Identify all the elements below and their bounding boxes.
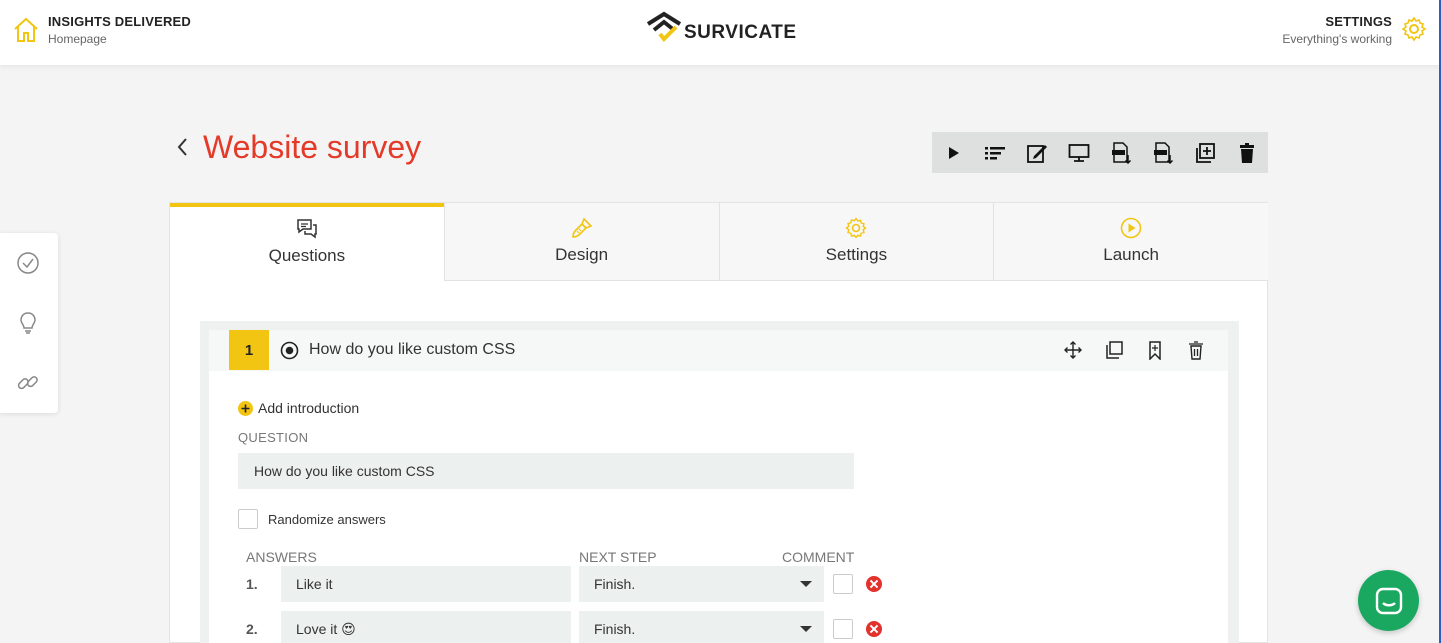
remove-answer-icon[interactable] <box>866 576 882 592</box>
bookmark-icon <box>1149 341 1161 361</box>
copy-question-button[interactable] <box>1104 340 1124 360</box>
bookmark-button[interactable] <box>1145 340 1165 361</box>
edit-icon <box>1027 144 1047 163</box>
survey-editor-card: Questions Design Settings Launch 1 How d… <box>169 202 1268 643</box>
tab-launch-label: Launch <box>1103 245 1160 264</box>
answer-input[interactable]: Like it <box>281 566 571 602</box>
edit-button[interactable] <box>1016 132 1058 173</box>
homepage-link[interactable]: INSIGHTS DELIVERED Homepage <box>12 14 191 46</box>
survey-toolbar <box>932 132 1268 173</box>
question-actions <box>1042 340 1206 361</box>
chat-icon <box>297 219 317 239</box>
comment-checkbox[interactable] <box>833 574 853 594</box>
tab-settings-label: Settings <box>825 245 888 264</box>
homepage-subtitle: Homepage <box>48 32 107 46</box>
delete-question-button[interactable] <box>1186 340 1206 360</box>
link-icon[interactable] <box>16 371 40 395</box>
results-list-button[interactable] <box>974 132 1016 173</box>
list-icon <box>985 146 1005 159</box>
delete-survey-button[interactable] <box>1226 132 1268 173</box>
gear-icon <box>1401 16 1427 42</box>
back-chevron-icon[interactable] <box>175 136 191 158</box>
logo-text: SURVICATE <box>684 22 797 43</box>
answer-index: 2. <box>246 621 258 637</box>
tab-design[interactable]: Design <box>443 203 719 281</box>
tab-questions[interactable]: Questions <box>170 203 444 281</box>
question-title: How do you like custom CSS <box>309 341 516 358</box>
play-button[interactable] <box>932 132 974 173</box>
question-editor: 1 How do you like custom CSS Add introdu… <box>209 330 1228 643</box>
brush-icon <box>571 217 593 238</box>
duplicate-icon <box>1196 142 1215 163</box>
xls-download-icon <box>1154 141 1174 164</box>
remove-answer-icon[interactable] <box>866 621 882 637</box>
answer-index: 1. <box>246 576 258 592</box>
settings-status: Everything's working <box>1282 32 1392 46</box>
logo-icon <box>646 11 682 42</box>
trash-icon <box>1240 142 1254 163</box>
next-step-column-header: NEXT STEP <box>579 549 657 565</box>
caret-down-icon <box>800 581 812 587</box>
monitor-icon <box>1068 143 1090 162</box>
insights-title: INSIGHTS DELIVERED <box>48 14 192 29</box>
answers-column-header: ANSWERS <box>246 549 317 565</box>
randomize-checkbox[interactable] <box>238 509 258 529</box>
chat-bubble-icon <box>1375 587 1402 614</box>
survicate-logo[interactable]: SURVICATE <box>646 10 797 46</box>
chat-launcher[interactable] <box>1358 570 1419 631</box>
next-step-select[interactable]: Finish. <box>579 611 824 643</box>
tab-launch[interactable]: Launch <box>993 203 1268 281</box>
caret-down-icon <box>800 626 812 632</box>
left-sidebar <box>0 233 58 413</box>
add-introduction-label: Add introduction <box>258 400 360 416</box>
gear-icon <box>845 217 868 239</box>
tab-design-label: Design <box>555 245 609 264</box>
home-icon <box>14 17 38 42</box>
comment-column-header: COMMENT <box>782 549 855 565</box>
move-icon <box>1064 341 1082 359</box>
answer-input[interactable]: Love it 😍 <box>281 611 571 643</box>
copy-icon <box>1106 341 1123 359</box>
add-introduction-link[interactable]: Add introduction <box>238 400 359 416</box>
play-icon <box>949 146 959 159</box>
plus-circle-icon <box>238 400 253 416</box>
question-label: QUESTION <box>238 430 309 445</box>
question-input[interactable] <box>238 453 854 489</box>
editor-tabs: Questions Design Settings Launch <box>170 203 1268 281</box>
trash-icon <box>1189 341 1203 360</box>
move-button[interactable] <box>1063 340 1083 360</box>
duplicate-survey-button[interactable] <box>1184 132 1226 173</box>
tab-settings[interactable]: Settings <box>718 203 994 281</box>
question-block: 1 How do you like custom CSS Add introdu… <box>200 321 1239 643</box>
randomize-label: Randomize answers <box>268 511 386 527</box>
lightbulb-icon[interactable] <box>16 311 40 335</box>
csv-download-button[interactable] <box>1100 132 1142 173</box>
answer-row: 2. Love it 😍 Finish. <box>246 611 896 643</box>
settings-link[interactable]: SETTINGS Everything's working <box>1282 14 1427 46</box>
comment-checkbox[interactable] <box>833 619 853 639</box>
check-circle-icon[interactable] <box>16 251 40 275</box>
settings-title: SETTINGS <box>1325 14 1392 29</box>
next-step-select[interactable]: Finish. <box>579 566 824 602</box>
tab-questions-label: Questions <box>268 246 346 265</box>
randomize-answers[interactable]: Randomize answers <box>238 509 386 529</box>
next-step-value: Finish. <box>594 576 636 592</box>
next-step-value: Finish. <box>594 621 636 637</box>
xls-download-button[interactable] <box>1142 132 1184 173</box>
question-header[interactable]: 1 How do you like custom CSS <box>209 330 1228 371</box>
answer-row: 1. Like it Finish. <box>246 566 896 602</box>
preview-button[interactable] <box>1058 132 1100 173</box>
question-number: 1 <box>229 330 269 370</box>
single-choice-icon <box>280 341 299 360</box>
play-circle-icon <box>1120 217 1142 239</box>
csv-download-icon <box>1112 141 1132 164</box>
page-title: Website survey <box>203 129 422 165</box>
top-header: INSIGHTS DELIVERED Homepage SURVICATE SE… <box>0 0 1441 65</box>
